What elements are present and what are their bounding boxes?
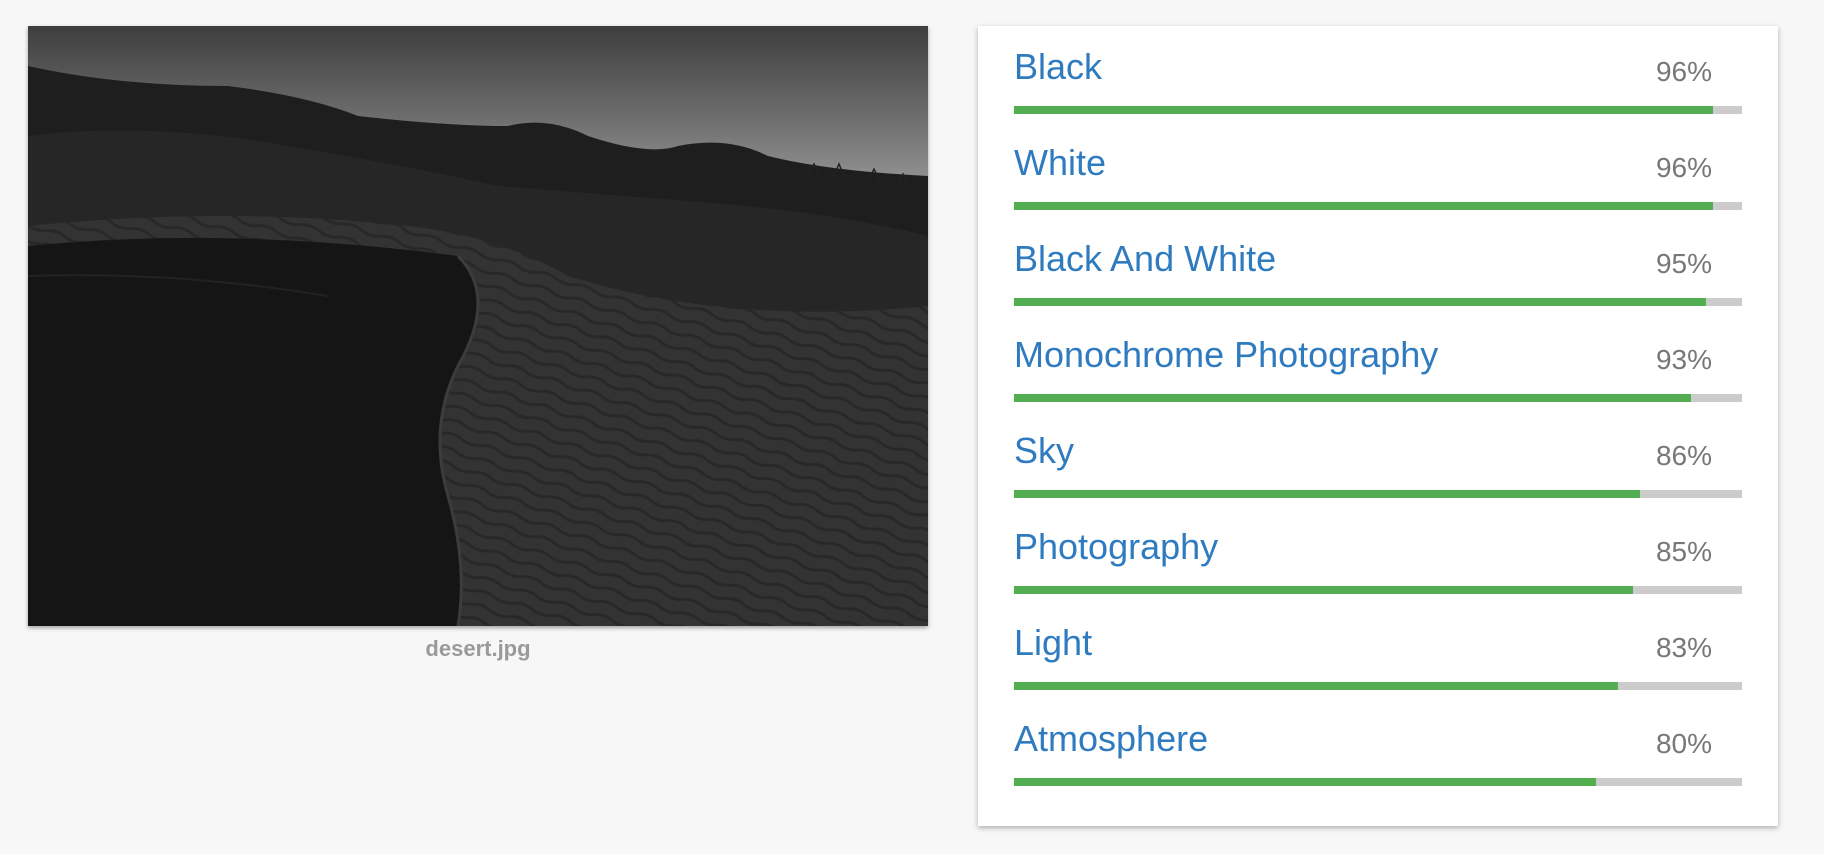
desert-photo bbox=[28, 26, 928, 626]
label-name[interactable]: Photography bbox=[1014, 526, 1218, 568]
image-filename: desert.jpg bbox=[425, 636, 531, 661]
label-name[interactable]: White bbox=[1014, 142, 1106, 184]
label-score: 86% bbox=[1655, 440, 1712, 471]
label-row: Black And White 95% bbox=[1014, 218, 1742, 314]
score-bar-fill bbox=[1014, 394, 1692, 402]
label-score: 83% bbox=[1655, 632, 1712, 663]
label-score: 95% bbox=[1655, 248, 1712, 279]
score-bar-track bbox=[1014, 298, 1742, 306]
score-bar-track bbox=[1014, 394, 1742, 402]
image-panel: desert.jpg bbox=[28, 26, 928, 662]
label-name[interactable]: Black And White bbox=[1014, 238, 1276, 280]
score-bar-fill bbox=[1014, 298, 1706, 306]
label-name[interactable]: Atmosphere bbox=[1014, 718, 1208, 760]
label-score: 93% bbox=[1655, 344, 1712, 375]
label-name[interactable]: Monochrome Photography bbox=[1014, 334, 1438, 376]
score-bar-fill bbox=[1014, 202, 1713, 210]
label-row: Sky 86% bbox=[1014, 410, 1742, 506]
label-score: 96% bbox=[1655, 152, 1712, 183]
label-score: 96% bbox=[1655, 56, 1712, 87]
score-bar-fill bbox=[1014, 778, 1597, 786]
score-bar-fill bbox=[1014, 682, 1619, 690]
label-row: Atmosphere 80% bbox=[1014, 698, 1742, 794]
label-row: White 96% bbox=[1014, 122, 1742, 218]
score-bar-fill bbox=[1014, 490, 1641, 498]
label-row: Light 83% bbox=[1014, 602, 1742, 698]
score-bar-track bbox=[1014, 586, 1742, 594]
score-bar-track bbox=[1014, 682, 1742, 690]
score-bar-track bbox=[1014, 490, 1742, 498]
desert-photo-graphic bbox=[28, 26, 928, 626]
score-bar-fill bbox=[1014, 106, 1713, 114]
label-row: Black 96% bbox=[1014, 26, 1742, 122]
label-score: 85% bbox=[1655, 536, 1712, 567]
score-bar-track bbox=[1014, 778, 1742, 786]
score-bar-fill bbox=[1014, 586, 1633, 594]
score-bar-track bbox=[1014, 202, 1742, 210]
label-name[interactable]: Sky bbox=[1014, 430, 1074, 472]
label-row: Photography 85% bbox=[1014, 506, 1742, 602]
label-name[interactable]: Black bbox=[1014, 46, 1102, 88]
score-bar-track bbox=[1014, 106, 1742, 114]
labels-card: Black 96% White 96% Black And White 95% Monoch… bbox=[978, 26, 1778, 826]
label-row: Monochrome Photography 93% bbox=[1014, 314, 1742, 410]
label-name[interactable]: Light bbox=[1014, 622, 1092, 664]
label-score: 80% bbox=[1655, 728, 1712, 759]
